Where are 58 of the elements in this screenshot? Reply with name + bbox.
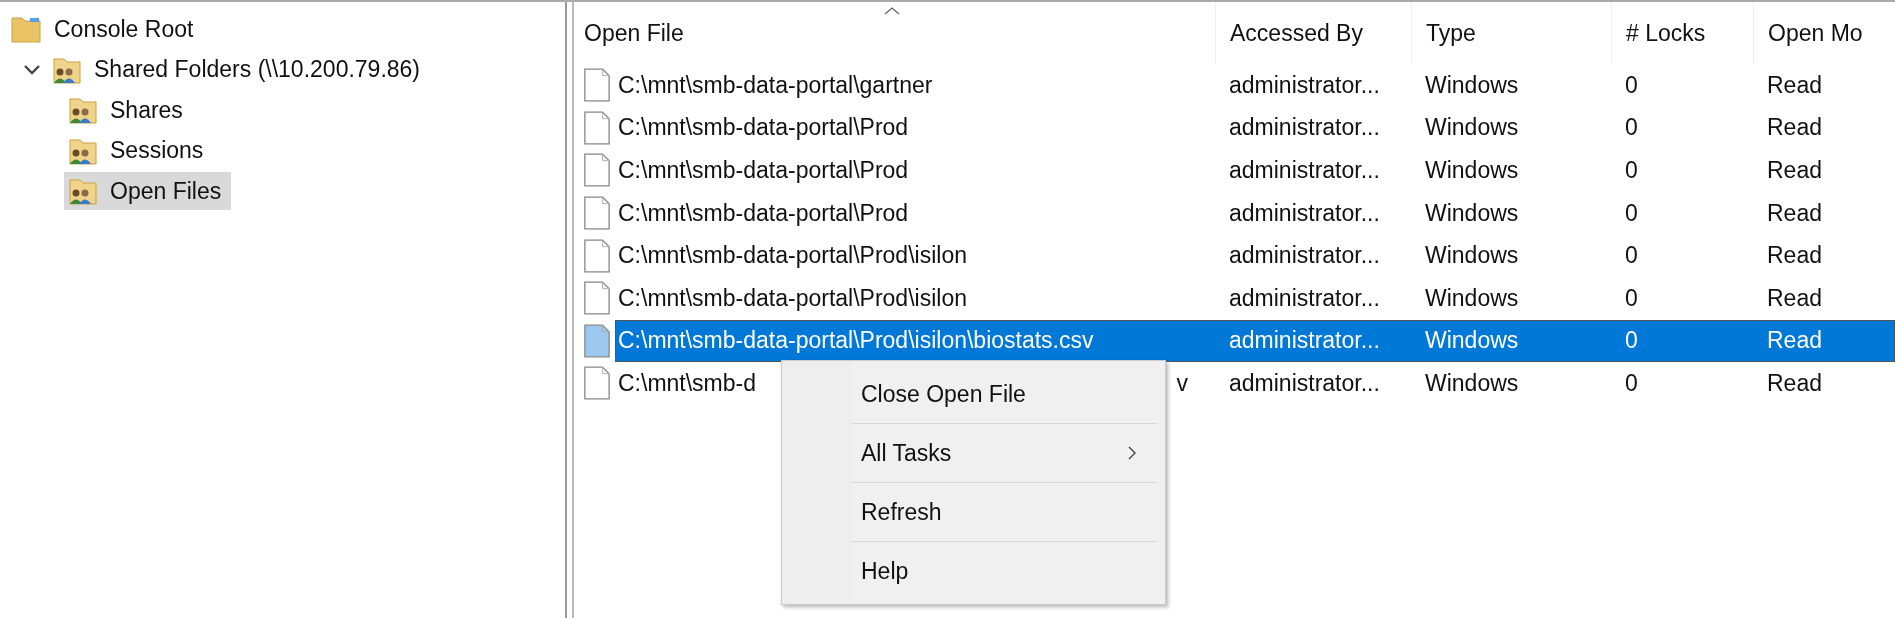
file-path: C:\mnt\smb-data-portal\Prod — [618, 114, 909, 142]
table-cell: 0 — [1625, 327, 1638, 354]
file-path: C:\mnt\smb-data-portal\Prod — [618, 157, 909, 184]
table-cell: Windows — [1425, 369, 1519, 396]
table-cell: administrator... — [1229, 242, 1380, 269]
menu-item[interactable]: Refresh — [782, 483, 1165, 541]
table-cell: Read — [1767, 199, 1822, 226]
table-cell: 0 — [1625, 157, 1638, 183]
table-cell: 0 — [1625, 284, 1638, 311]
tree-item[interactable]: Console Root — [8, 10, 204, 49]
table-cell: Read — [1767, 71, 1822, 98]
tree-item[interactable]: Shared Folders (\\10.200.79.86) — [48, 50, 431, 89]
file-path: C:\mnt\smb-data-portal\Prod\isilon — [618, 242, 967, 270]
menu-item[interactable]: Help — [782, 542, 1165, 600]
table-cell: 0 — [1625, 369, 1638, 396]
tree-item[interactable]: Open Files — [64, 172, 232, 211]
file-path: C:\mnt\smb-d — [618, 369, 757, 397]
table-cell: administrator... — [1229, 199, 1380, 226]
table-cell: administrator... — [1229, 71, 1380, 98]
menu-item[interactable]: Close Open File — [782, 365, 1165, 423]
column-header[interactable]: Accessed By — [1216, 2, 1412, 64]
table-cell: Read — [1767, 369, 1822, 396]
table-cell: Windows — [1425, 242, 1519, 269]
table-cell: 0 — [1625, 71, 1638, 98]
table-cell: administrator... — [1229, 369, 1380, 396]
table-cell: Windows — [1425, 157, 1519, 183]
file-path: C:\mnt\smb-data-portal\Prod — [618, 199, 909, 227]
column-header[interactable]: Open Mo — [1754, 2, 1894, 64]
table-cell: 0 — [1625, 114, 1638, 141]
tree-item[interactable]: Sessions — [64, 131, 214, 170]
table-cell: Read — [1767, 284, 1822, 311]
table-cell: administrator... — [1229, 327, 1380, 354]
table-cell: Windows — [1425, 71, 1519, 98]
file-path: C:\mnt\smb-data-portal\Prod\isilon — [618, 284, 967, 312]
table-cell: Windows — [1425, 199, 1519, 226]
table-cell: administrator... — [1229, 284, 1380, 311]
file-path-end: v — [1176, 369, 1189, 397]
table-cell: Windows — [1425, 284, 1519, 311]
table-cell: Read — [1767, 242, 1822, 269]
menu-item[interactable]: All Tasks — [782, 424, 1165, 482]
table-cell: Windows — [1425, 327, 1519, 354]
sort-up-icon — [884, 6, 900, 16]
table-cell: 0 — [1625, 242, 1638, 269]
file-path: C:\mnt\smb-data-portal\Prod\isilon\biostats.csv — [618, 327, 1094, 355]
table-cell: administrator... — [1229, 157, 1380, 183]
table-cell: Read — [1767, 114, 1822, 141]
chevron-right-icon — [1127, 445, 1137, 461]
table-cell: Read — [1767, 157, 1822, 183]
column-header[interactable]: Open File — [574, 2, 1216, 64]
file-path: C:\mnt\smb-data-portal\gartner — [618, 71, 933, 99]
table-cell: Windows — [1425, 114, 1519, 141]
column-header[interactable]: # Locks — [1612, 2, 1754, 64]
column-header[interactable]: Type — [1412, 2, 1612, 64]
table-cell: administrator... — [1229, 114, 1380, 141]
table-cell: Read — [1767, 327, 1822, 354]
selected-row-highlight[interactable]: C:\mnt\smb-data-portal\Prod\isilon\biostats.csv administrator... Windows 0 Read — [615, 319, 1895, 362]
table-cell: 0 — [1625, 199, 1638, 226]
tree-item[interactable]: Shares — [64, 91, 193, 130]
